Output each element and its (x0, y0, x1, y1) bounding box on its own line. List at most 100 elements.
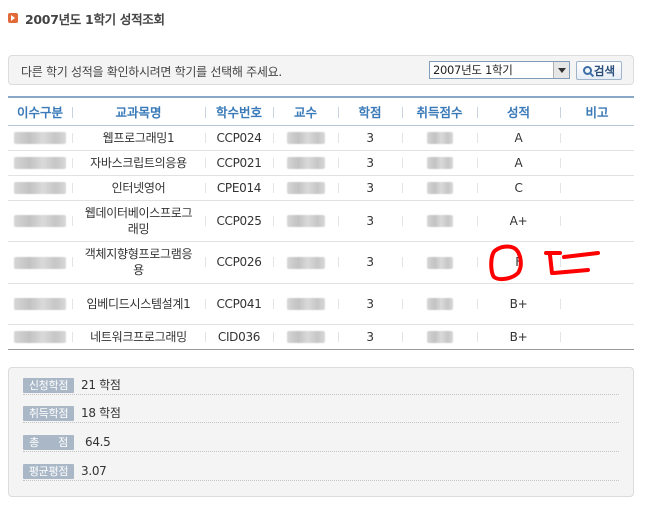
code-cell: CCP021 (205, 150, 273, 176)
score-cell (402, 175, 477, 201)
table-row: 웹프로그래밍1 CCP024 3 A (8, 125, 634, 151)
column-header-score: 취득점수 (402, 96, 477, 126)
credits-cell: 3 (338, 150, 402, 176)
semester-selector-bar: 다른 학기 성적을 확인하시려면 학기를 선택해 주세요. 2007년도 1학기… (8, 55, 634, 85)
page-header: 2007년도 1학기 성적조회 (8, 9, 165, 27)
redacted-block (14, 132, 66, 144)
redacted-block (286, 331, 325, 343)
course-cell: 임베디드시스템설계1 (72, 283, 205, 325)
redacted-block (426, 132, 453, 144)
code-cell: CPE014 (205, 175, 273, 201)
score-cell (402, 324, 477, 350)
table-row: 객체지향형프로그램응용 CCP026 3 F (8, 241, 634, 284)
grade-cell: B+ (477, 283, 560, 325)
table-header-row: 이수구분 교과목명 학수번호 교수 학점 취득점수 성적 비고 (8, 96, 634, 126)
remarks-cell (560, 324, 634, 350)
redacted-block (286, 157, 325, 169)
remarks-cell (560, 175, 634, 201)
dropdown-arrow-icon[interactable] (553, 62, 569, 78)
category-cell (8, 324, 72, 350)
category-cell (8, 283, 72, 325)
applied-credits-badge: 신청학점 (23, 378, 74, 393)
table-row: 웹데이터베이스프로그래밍 CCP025 3 A+ (8, 200, 634, 242)
redacted-block (426, 215, 453, 227)
table-row: 네트워크프로그래밍 CID036 3 B+ (8, 324, 634, 350)
redacted-block (426, 256, 453, 269)
professor-cell (273, 241, 338, 284)
score-cell (402, 241, 477, 284)
category-cell (8, 125, 72, 151)
redacted-block (426, 157, 453, 169)
code-cell: CCP024 (205, 125, 273, 151)
redacted-block (426, 331, 453, 343)
total-score-badge: 총 점 (23, 435, 74, 450)
category-cell (8, 200, 72, 242)
remarks-cell (560, 125, 634, 151)
score-cell (402, 125, 477, 151)
credits-cell: 3 (338, 175, 402, 201)
summary-panel: 신청학점 21 학점 취득학점 18 학점 총 점 64.5 평균평점 3.07 (8, 367, 634, 497)
category-cell (8, 150, 72, 176)
professor-cell (273, 324, 338, 350)
credits-cell: 3 (338, 283, 402, 325)
redacted-block (14, 182, 66, 194)
gpa-badge: 평균평점 (23, 464, 74, 479)
professor-cell (273, 175, 338, 201)
category-cell (8, 175, 72, 201)
gpa-value: 3.07 (81, 464, 107, 478)
grades-table: 이수구분 교과목명 학수번호 교수 학점 취득점수 성적 비고 웹프로그래밍1 … (8, 96, 634, 350)
column-header-professor: 교수 (273, 96, 338, 126)
grade-cell: A+ (477, 200, 560, 242)
summary-row-applied: 신청학점 21 학점 (23, 378, 619, 395)
code-cell: CCP026 (205, 241, 273, 284)
professor-cell (273, 125, 338, 151)
total-score-value: 64.5 (85, 435, 111, 449)
page-title: 2007년도 1학기 성적조회 (25, 11, 165, 27)
redacted-block (286, 298, 325, 310)
redacted-block (286, 215, 325, 227)
search-button-label: 검색 (593, 63, 616, 78)
redacted-block (14, 157, 66, 169)
credits-cell: 3 (338, 241, 402, 284)
table-row: 인터넷영어 CPE014 3 C (8, 175, 634, 201)
redacted-block (14, 215, 66, 227)
column-header-code: 학수번호 (205, 96, 273, 126)
column-header-grade: 성적 (477, 96, 560, 126)
column-header-credits: 학점 (338, 96, 402, 126)
credits-cell: 3 (338, 125, 402, 151)
course-cell: 네트워크프로그래밍 (72, 324, 205, 350)
course-cell: 인터넷영어 (72, 175, 205, 201)
column-header-category: 이수구분 (8, 96, 72, 126)
search-icon (582, 66, 592, 75)
table-row: 자바스크립트의응용 CCP021 3 A (8, 150, 634, 176)
grade-cell: B+ (477, 324, 560, 350)
redacted-block (286, 182, 325, 194)
remarks-cell (560, 200, 634, 242)
course-cell: 웹프로그래밍1 (72, 125, 205, 151)
remarks-cell (560, 150, 634, 176)
course-cell: 자바스크립트의응용 (72, 150, 205, 176)
course-cell: 웹데이터베이스프로그래밍 (72, 200, 205, 242)
summary-row-gpa: 평균평점 3.07 (23, 464, 619, 481)
table-row: 임베디드시스템설계1 CCP041 3 B+ (8, 283, 634, 325)
grade-cell: A (477, 125, 560, 151)
search-button[interactable]: 검색 (576, 61, 622, 80)
summary-row-earned: 취득학점 18 학점 (23, 406, 619, 423)
redacted-block (286, 256, 325, 269)
redacted-block (14, 331, 66, 343)
remarks-cell (560, 283, 634, 325)
earned-credits-value: 18 학점 (81, 406, 121, 420)
redacted-block (426, 182, 453, 194)
code-cell: CCP041 (205, 283, 273, 325)
redacted-block (426, 298, 453, 310)
redacted-block (14, 256, 66, 269)
earned-credits-badge: 취득학점 (23, 406, 74, 421)
professor-cell (273, 283, 338, 325)
semester-select[interactable]: 2007년도 1학기 (429, 61, 570, 79)
grade-cell: A (477, 150, 560, 176)
summary-row-total: 총 점 64.5 (23, 435, 619, 452)
category-cell (8, 241, 72, 284)
code-cell: CID036 (205, 324, 273, 350)
credits-cell: 3 (338, 324, 402, 350)
semester-instruction: 다른 학기 성적을 확인하시려면 학기를 선택해 주세요. (21, 65, 282, 79)
